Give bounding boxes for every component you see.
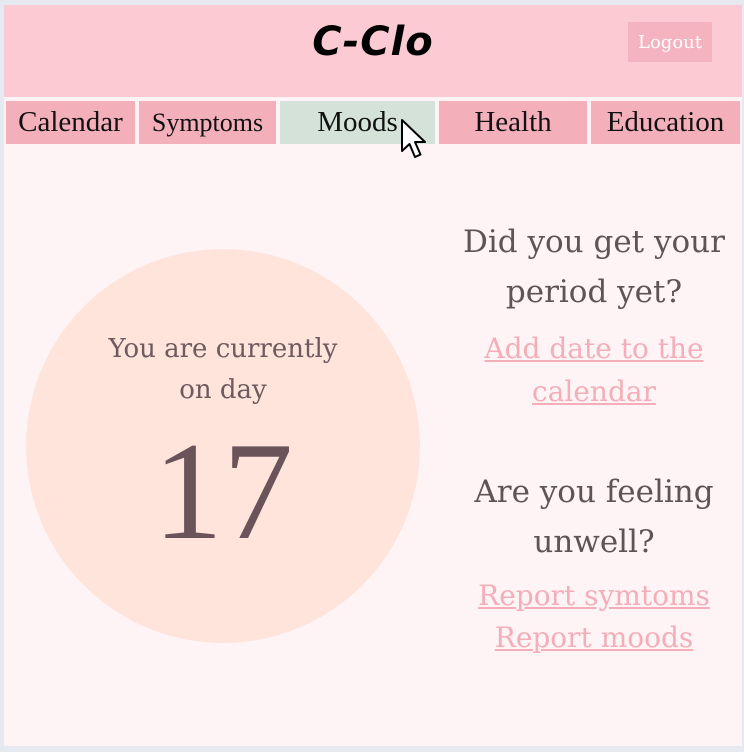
period-question: Did you get your period yet? [444, 217, 742, 317]
add-date-link[interactable]: Add date to the calendar [444, 327, 742, 413]
add-date-link-line2[interactable]: calendar [444, 370, 742, 413]
unwell-question-line2: unwell? [533, 524, 655, 560]
report-symptoms-link[interactable]: Report symtoms [444, 575, 742, 617]
header-bar: C-Clo Logout [4, 5, 742, 97]
cycle-caption-line1: You are currently [108, 334, 338, 364]
nav-tab-symptoms[interactable]: Symptoms [139, 101, 276, 144]
period-question-line1: Did you get your [463, 224, 725, 260]
cycle-caption-line2: on day [179, 375, 267, 405]
unwell-question-line1: Are you feeling [474, 474, 714, 510]
nav-tab-calendar[interactable]: Calendar [6, 101, 135, 144]
mouse-pointer-icon [401, 119, 426, 158]
add-date-link-line1[interactable]: Add date to the [444, 327, 742, 370]
cycle-day-caption: You are currently on day [26, 329, 420, 411]
app-frame: C-Clo Logout Calendar Symptoms Moods Hea… [4, 5, 742, 746]
period-question-line2: period yet? [505, 274, 683, 310]
cycle-day-number: 17 [153, 414, 293, 569]
nav-tab-education[interactable]: Education [591, 101, 740, 144]
unwell-question: Are you feeling unwell? [444, 467, 742, 567]
report-moods-link[interactable]: Report moods [444, 617, 742, 659]
logout-button[interactable]: Logout [628, 22, 712, 62]
nav-tab-health[interactable]: Health [439, 101, 587, 144]
